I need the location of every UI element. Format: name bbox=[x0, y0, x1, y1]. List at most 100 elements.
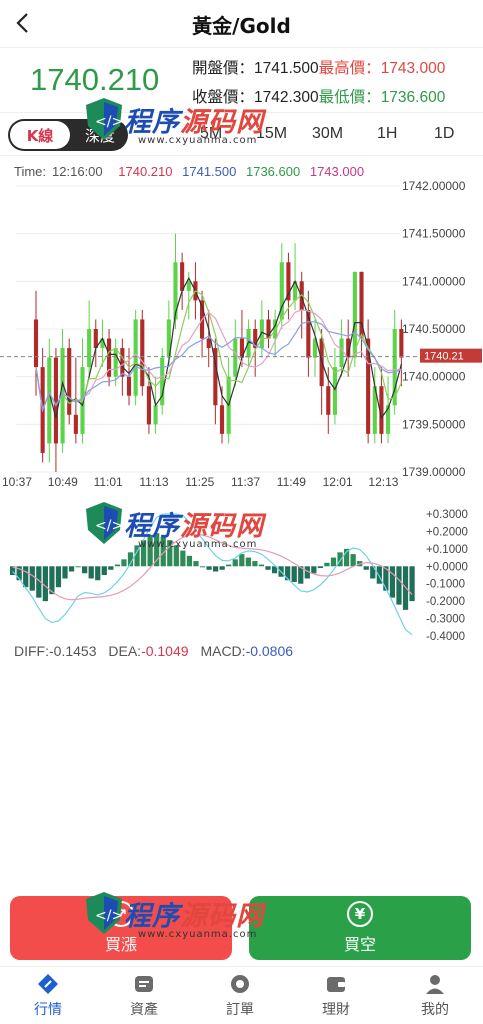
chart-tabs: K線 深度 5M 15M 30M 1H 1D bbox=[0, 112, 483, 156]
nav-orders[interactable]: 訂單 bbox=[192, 967, 288, 1024]
macd-histogram-bar bbox=[291, 566, 297, 582]
macd-histogram-bar bbox=[68, 566, 75, 572]
candle-body bbox=[339, 338, 344, 368]
nav-profile-label: 我的 bbox=[421, 1002, 449, 1018]
candle-body bbox=[146, 386, 151, 425]
candle-body bbox=[53, 357, 58, 444]
macd-histogram-bar bbox=[226, 564, 232, 567]
timeframe-30m[interactable]: 30M bbox=[312, 125, 343, 143]
timeframe-1h[interactable]: 1H bbox=[377, 125, 397, 143]
macd-signal-line bbox=[12, 513, 413, 636]
macd-histogram-bar bbox=[219, 566, 225, 570]
nav-assets[interactable]: 資產 bbox=[96, 967, 192, 1024]
macd-histogram-bar bbox=[324, 562, 330, 567]
y-tick-label: 1739.50000 bbox=[402, 417, 466, 431]
y-tick-label: 1740.50000 bbox=[402, 322, 466, 336]
macd-histogram-bar bbox=[186, 555, 193, 567]
macd-histogram-bar bbox=[330, 557, 337, 567]
candle-body bbox=[326, 386, 331, 415]
candle-body bbox=[113, 348, 118, 377]
macd-histogram-bar bbox=[121, 559, 127, 567]
macd-histogram-bar bbox=[389, 566, 396, 598]
macd-y-tick-label: +0.3000 bbox=[426, 509, 468, 521]
x-tick-label: 12:13 bbox=[368, 475, 398, 486]
close-label: 收盤價： bbox=[192, 89, 255, 106]
x-tick-label: 11:37 bbox=[231, 475, 260, 486]
tab-kline[interactable]: K線 bbox=[10, 121, 70, 149]
candle-body bbox=[140, 319, 145, 387]
close-value: 1742.300 bbox=[254, 89, 319, 106]
low-value: 1736.600 bbox=[380, 89, 446, 106]
dea-value: -0.1049 bbox=[141, 643, 189, 659]
last-price: 1740.210 bbox=[30, 62, 160, 97]
candle-body bbox=[332, 367, 337, 415]
macd-histogram-bar bbox=[88, 566, 94, 579]
macd-histogram-bar bbox=[173, 545, 179, 567]
timeframe-15m[interactable]: 15M bbox=[256, 125, 287, 143]
nav-market[interactable]: 行情 bbox=[0, 967, 96, 1024]
yen-coin-icon: ¥ bbox=[347, 901, 373, 927]
macd-histogram-bar bbox=[317, 566, 324, 569]
candle-body bbox=[73, 414, 78, 434]
candle-body bbox=[133, 319, 138, 396]
trend-up-icon: ↗ bbox=[108, 901, 134, 927]
candle-body bbox=[120, 348, 125, 377]
buy-down-label: 買空 bbox=[343, 935, 376, 954]
macd-histogram-bar bbox=[62, 566, 68, 579]
low-label: 最低價： bbox=[318, 89, 381, 106]
macd-y-tick-label: +0.1000 bbox=[426, 544, 468, 556]
macd-histogram-bar bbox=[42, 566, 48, 602]
nav-finance[interactable]: 理財 bbox=[288, 967, 384, 1024]
macd-histogram-bar bbox=[409, 566, 415, 602]
user-icon bbox=[426, 975, 444, 994]
candle-body bbox=[233, 338, 238, 377]
macd-histogram-bar bbox=[213, 566, 219, 572]
candle-body bbox=[366, 338, 371, 434]
timeframe-1d[interactable]: 1D bbox=[434, 125, 454, 143]
y-tick-label: 1739.00000 bbox=[402, 465, 466, 479]
macd-histogram-bar bbox=[396, 566, 402, 605]
candle-body bbox=[47, 357, 52, 444]
macd-y-tick-label: -0.1000 bbox=[426, 579, 465, 591]
last-price-label: 1740.21 bbox=[424, 351, 464, 363]
tab-depth[interactable]: 深度 bbox=[74, 121, 126, 149]
candle-body bbox=[219, 405, 225, 434]
macd-value: -0.0806 bbox=[245, 643, 294, 659]
nav-assets-label: 資產 bbox=[130, 1002, 158, 1018]
macd-histogram-bar bbox=[180, 550, 186, 567]
candle-body bbox=[180, 262, 185, 291]
nav-profile[interactable]: 我的 bbox=[387, 967, 483, 1024]
macd-histogram-bar bbox=[245, 557, 251, 567]
buy-down-button[interactable]: ¥ 買空 bbox=[249, 896, 471, 960]
macd-histogram-bar bbox=[199, 566, 206, 568]
quote-row-close-low: 收盤價：1742.300最低價：1736.600 bbox=[192, 85, 445, 107]
macd-histogram-bar bbox=[23, 566, 29, 588]
macd-histogram-bar bbox=[311, 566, 317, 574]
macd-histogram-bar bbox=[206, 566, 212, 570]
page-title: 黃金/Gold bbox=[192, 14, 291, 38]
buy-up-label: 買漲 bbox=[104, 935, 137, 954]
x-tick-label: 11:01 bbox=[94, 475, 123, 486]
open-label: 開盤價： bbox=[192, 60, 255, 77]
diff-label: DIFF: bbox=[14, 643, 49, 659]
candle-body bbox=[67, 348, 72, 415]
macd-histogram-bar bbox=[193, 561, 199, 567]
buy-up-button[interactable]: ↗ 買漲 bbox=[10, 896, 232, 960]
candle-body bbox=[33, 319, 39, 368]
macd-histogram-bar bbox=[114, 564, 121, 567]
quote-row-open-high: 開盤價：1741.500最高價：1743.000 bbox=[192, 56, 445, 78]
header-bar: 黃金/Gold bbox=[0, 0, 483, 48]
candlestick-chart[interactable]: 1742.00000 1741.50000 1741.00000 1740.50000… bbox=[0, 156, 483, 486]
compass-icon bbox=[38, 974, 58, 994]
macd-histogram-bar bbox=[167, 540, 173, 567]
x-tick-label: 11:49 bbox=[277, 475, 306, 486]
timeframe-5m[interactable]: 5M bbox=[200, 125, 222, 143]
macd-chart[interactable]: +0.3000 +0.2000 +0.1000 +0.0000 -0.1000 -0.20… bbox=[0, 500, 483, 650]
candle-body bbox=[352, 271, 357, 358]
candle-body bbox=[186, 281, 191, 291]
y-tick-label: 1742.00000 bbox=[402, 179, 466, 193]
macd-histogram-bar bbox=[252, 561, 258, 567]
macd-histogram-bar bbox=[350, 554, 356, 567]
macd-histogram-bar bbox=[147, 534, 153, 567]
quote-panel: 1740.210 開盤價：1741.500最高價：1743.000 收盤價：17… bbox=[0, 48, 483, 110]
